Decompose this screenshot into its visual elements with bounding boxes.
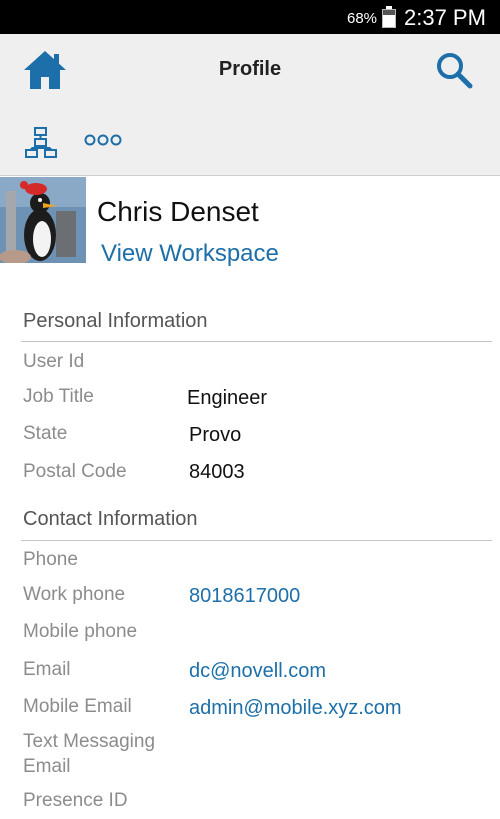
state-value: Provo: [189, 424, 242, 446]
postal-code-label: Postal Code: [23, 461, 127, 482]
divider: [21, 540, 492, 541]
profile-name: Chris Denset: [97, 196, 259, 227]
more-options-button[interactable]: [84, 132, 124, 148]
search-button[interactable]: [434, 50, 476, 92]
org-chart-button[interactable]: [24, 126, 58, 158]
search-icon: [437, 53, 473, 89]
battery-percentage: 68%: [347, 10, 378, 27]
avatar: [0, 177, 86, 263]
more-dots-icon: [84, 134, 122, 146]
work-phone-value[interactable]: 8018617000: [189, 585, 300, 608]
mobile-phone-label: Mobile phone: [23, 621, 138, 642]
status-bar: 68% 2:37 PM: [0, 0, 500, 34]
divider: [21, 341, 492, 342]
mobile-email-value[interactable]: admin@mobile.xyz.com: [189, 697, 402, 720]
battery-icon: [382, 6, 396, 28]
email-label: Email: [23, 659, 71, 680]
personal-information-heading: Personal Information: [23, 310, 208, 332]
org-chart-icon: [25, 127, 57, 158]
job-title-value: Engineer: [187, 387, 268, 409]
mobile-email-label: Mobile Email: [23, 696, 132, 717]
job-title-label: Job Title: [23, 386, 94, 407]
work-phone-label: Work phone: [23, 584, 126, 605]
phone-label: Phone: [23, 549, 78, 570]
text-messaging-email-label: Text Messaging Email: [23, 731, 156, 777]
page-title: Profile: [218, 58, 282, 80]
postal-code-value: 84003: [189, 461, 245, 483]
user-id-label: User Id: [23, 351, 85, 372]
clock: 2:37 PM: [404, 5, 486, 30]
presence-id-label: Presence ID: [23, 790, 128, 811]
state-label: State: [23, 423, 68, 444]
view-workspace-link[interactable]: View Workspace: [101, 240, 279, 268]
email-value[interactable]: dc@novell.com: [189, 660, 326, 683]
contact-information-heading: Contact Information: [23, 508, 198, 530]
app-header: Profile: [0, 34, 500, 176]
